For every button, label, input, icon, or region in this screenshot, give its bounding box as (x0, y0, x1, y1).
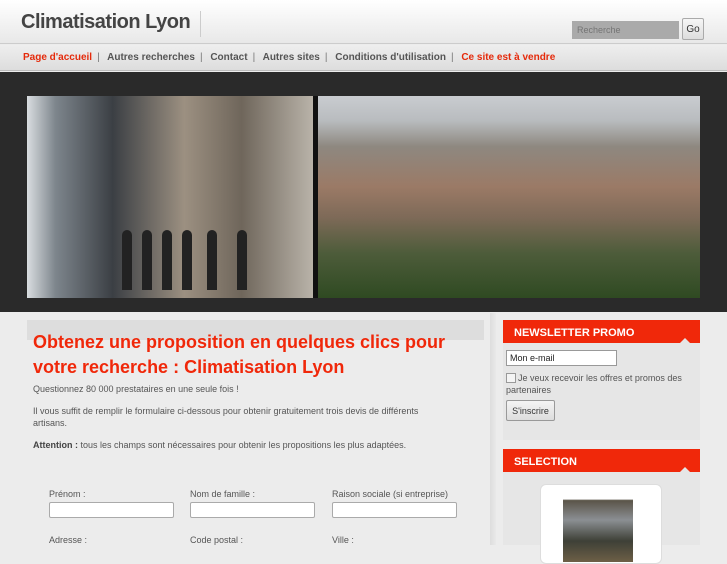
main-nav: Page d'accueil | Autres recherches | Conta… (0, 45, 727, 71)
nav-for-sale[interactable]: Ce site est à vendre (461, 52, 555, 63)
selection-card[interactable] (540, 484, 662, 564)
ville-label: Ville : (332, 535, 354, 545)
attention-text: Attention : tous les champs sont nécessa… (33, 439, 453, 451)
window-shape (207, 230, 217, 290)
subscribe-button[interactable]: S'inscrire (506, 400, 555, 421)
newsletter-checkbox[interactable] (506, 373, 516, 383)
raison-input[interactable] (332, 502, 457, 518)
nav-other-sites[interactable]: Autres sites (263, 52, 320, 63)
window-shape (237, 230, 247, 290)
nom-input[interactable] (190, 502, 315, 518)
nav-home[interactable]: Page d'accueil (23, 52, 92, 63)
email-input[interactable] (506, 350, 617, 366)
selection-widget: SELECTION (503, 449, 700, 564)
newsletter-checkbox-label: Je veux recevoir les offres et promos de… (506, 373, 682, 395)
raison-label: Raison sociale (si entreprise) (332, 489, 449, 499)
column-divider (490, 313, 496, 545)
nav-separator: | (324, 52, 328, 63)
nom-label: Nom de famille : (190, 489, 256, 499)
nav-contact[interactable]: Contact (210, 52, 247, 63)
code-postal-label: Code postal : (190, 535, 244, 545)
instructions-text: Il vous suffit de remplir le formulaire … (33, 406, 419, 428)
window-shape (142, 230, 152, 290)
intro-text: Questionnez 80 000 prestataires en une s… (33, 384, 239, 394)
selection-product-image[interactable] (563, 492, 633, 562)
selection-title: SELECTION (503, 449, 700, 472)
newsletter-title: NEWSLETTER PROMO (503, 320, 700, 343)
search-input[interactable] (572, 21, 679, 39)
nav-separator: | (450, 52, 454, 63)
nav-separator: | (252, 52, 256, 63)
window-shape (162, 230, 172, 290)
nav-terms[interactable]: Conditions d'utilisation (335, 52, 446, 63)
prenom-input[interactable] (49, 502, 174, 518)
header: Climatisation Lyon Go (0, 0, 727, 44)
site-title[interactable]: Climatisation Lyon (21, 11, 202, 37)
search-go-button[interactable]: Go (682, 18, 704, 40)
attention-label: Attention : (33, 440, 78, 450)
adresse-label: Adresse : (49, 535, 88, 545)
nav-other-searches[interactable]: Autres recherches (107, 52, 195, 63)
nav-separator: | (97, 52, 100, 63)
window-shape (182, 230, 192, 290)
main-content: Obtenez une proposition en quelques clic… (27, 318, 484, 545)
attention-body: tous les champs sont nécessaires pour ob… (78, 440, 407, 450)
page-title: Obtenez une proposition en quelques clic… (33, 332, 446, 377)
banner-photo-opera (27, 96, 313, 298)
banner-photo-city (318, 96, 700, 298)
prenom-label: Prénom : (49, 489, 86, 499)
newsletter-widget: NEWSLETTER PROMO Je veux recevoir les of… (503, 320, 700, 440)
window-shape (122, 230, 132, 290)
nav-separator: | (199, 52, 203, 63)
